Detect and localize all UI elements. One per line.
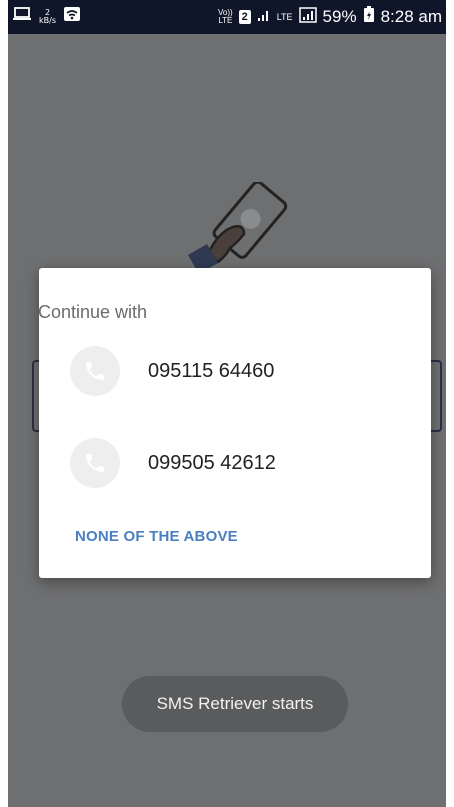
volte-label-bottom: LTE [218, 16, 233, 25]
account-phone-number: 095115 64460 [148, 359, 275, 382]
signal-icon [257, 7, 271, 27]
volte-indicator: Vo)) LTE [218, 9, 233, 25]
account-option[interactable]: 099505 42612 [70, 438, 276, 488]
status-bar: 2 kB/s Vo)) LTE 2 LTE 59% 8:28 am [8, 0, 446, 34]
account-phone-number: 099505 42612 [148, 451, 276, 474]
lte-label: LTE [276, 12, 293, 22]
app-screen: 2 kB/s Vo)) LTE 2 LTE 59% 8:28 am Contin… [8, 0, 446, 807]
phone-icon [70, 346, 120, 396]
status-bar-left: 2 kB/s [12, 6, 81, 27]
none-of-the-above-button[interactable]: NONE OF THE ABOVE [75, 528, 238, 545]
battery-percent: 59% [322, 7, 357, 26]
hand-card-illustration [178, 180, 298, 276]
dialog-title: Continue with [38, 302, 148, 322]
data-speed-unit: kB/s [39, 15, 56, 25]
sim-slot-badge: 2 [238, 10, 251, 24]
status-bar-right: Vo)) LTE 2 LTE 59% 8:28 am [218, 0, 442, 34]
phone-icon [70, 438, 120, 488]
wifi-icon [63, 6, 81, 27]
clock: 8:28 am [380, 7, 442, 26]
toast-message: SMS Retriever starts [122, 676, 348, 732]
account-option[interactable]: 095115 64460 [70, 346, 274, 396]
data-speed-indicator: 2 kB/s [39, 8, 56, 25]
signal-box-icon [298, 6, 317, 28]
laptop-icon [12, 6, 32, 27]
battery-icon [363, 6, 375, 28]
